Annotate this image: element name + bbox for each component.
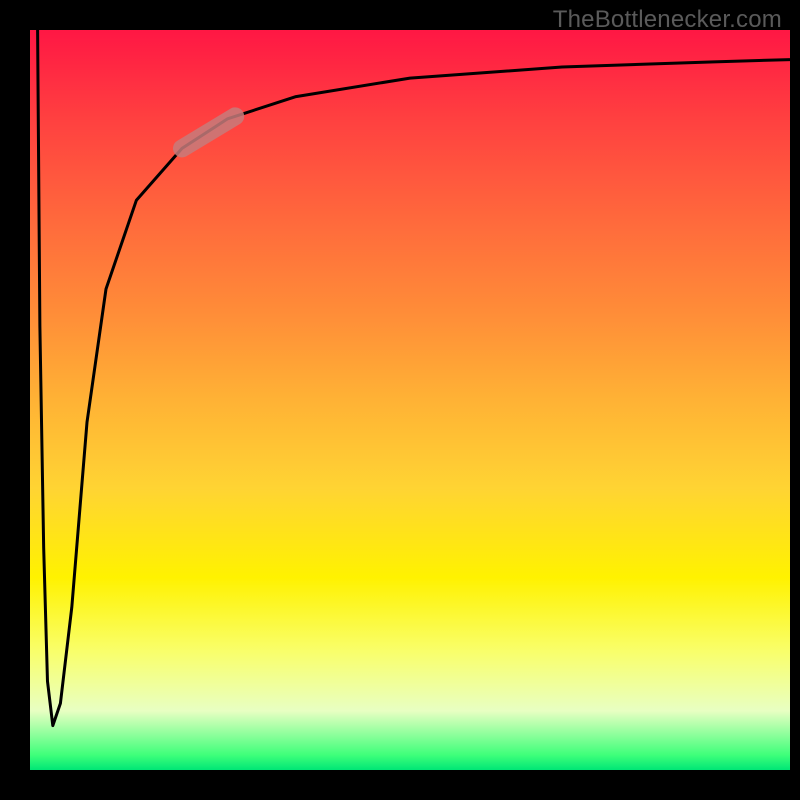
curve-svg — [30, 30, 790, 770]
bottleneck-curve — [38, 30, 790, 726]
chart-frame: TheBottlenecker.com — [0, 0, 800, 800]
plot-area — [30, 30, 790, 770]
highlight-pill — [182, 116, 235, 148]
